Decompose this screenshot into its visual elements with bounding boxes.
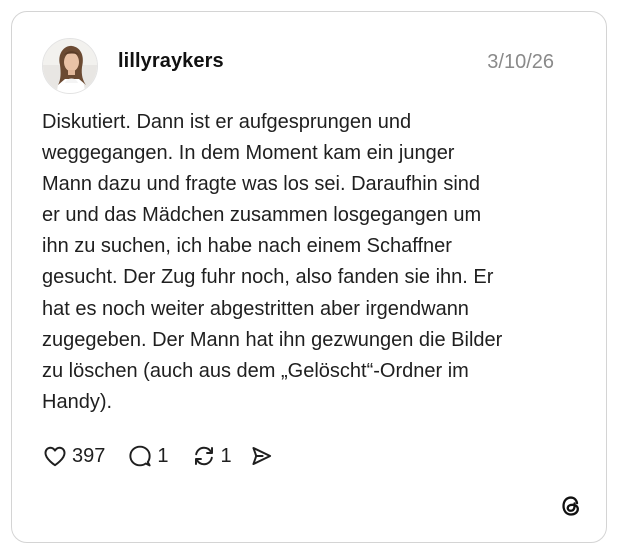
heart-icon xyxy=(44,446,66,467)
avatar[interactable] xyxy=(42,38,98,94)
like-button[interactable]: 397 xyxy=(42,443,105,469)
reply-button[interactable]: 1 xyxy=(127,443,169,469)
share-button[interactable] xyxy=(248,443,274,469)
send-icon xyxy=(252,447,271,465)
speech-bubble-icon xyxy=(129,445,151,467)
repost-count: 1 xyxy=(220,444,232,467)
action-bar: 397 1 1 xyxy=(42,442,274,470)
reply-count: 1 xyxy=(157,444,169,467)
like-count: 397 xyxy=(72,444,106,467)
repost-icon xyxy=(194,446,213,466)
post-date: 3/10/26 xyxy=(487,51,554,73)
threads-post-card: lillyraykers 3/10/26 Diskutiert. Dann is… xyxy=(11,11,607,543)
post-text: Diskutiert. Dann ist er aufgesprungen un… xyxy=(42,111,503,413)
threads-logo-icon xyxy=(558,493,584,519)
username[interactable]: lillyraykers xyxy=(118,50,224,73)
repost-button[interactable]: 1 xyxy=(191,443,232,469)
